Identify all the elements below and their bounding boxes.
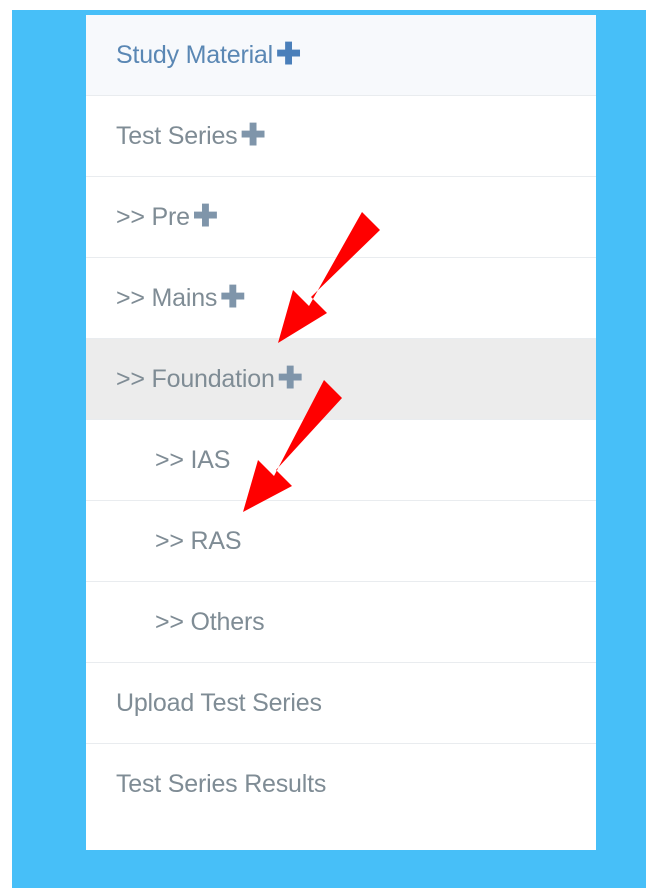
menu-item-pre[interactable]: >> Pre ✚	[86, 177, 596, 258]
plus-icon[interactable]: ✚	[193, 202, 218, 232]
menu-item-label: >> RAS	[155, 526, 242, 555]
menu-item-mains[interactable]: >> Mains ✚	[86, 258, 596, 339]
plus-icon[interactable]: ✚	[276, 40, 301, 70]
menu-item-foundation[interactable]: >> Foundation ✚	[86, 339, 596, 420]
menu-item-label: >> Others	[155, 607, 265, 636]
menu-item-label: >> Foundation	[116, 364, 275, 393]
menu-item-test-series-results[interactable]: Test Series Results	[86, 744, 596, 825]
menu-item-others[interactable]: >> Others	[86, 582, 596, 663]
plus-icon[interactable]: ✚	[220, 283, 245, 313]
menu-item-label: Study Material	[116, 40, 273, 69]
plus-icon[interactable]: ✚	[278, 364, 303, 394]
menu-item-label: >> IAS	[155, 445, 231, 474]
menu-item-label: Test Series Results	[116, 770, 327, 798]
menu-item-upload-test-series[interactable]: Upload Test Series	[86, 663, 596, 744]
menu-item-test-series[interactable]: Test Series ✚	[86, 96, 596, 177]
menu-item-study-material[interactable]: Study Material ✚	[86, 15, 596, 96]
menu-item-label: Upload Test Series	[116, 688, 322, 717]
menu-item-ras[interactable]: >> RAS	[86, 501, 596, 582]
menu-item-label: >> Pre	[116, 202, 190, 231]
plus-icon[interactable]: ✚	[240, 121, 265, 151]
menu-item-label: >> Mains	[116, 283, 218, 312]
menu-item-ias[interactable]: >> IAS	[86, 420, 596, 501]
sidebar-menu: Study Material ✚ Test Series ✚ >> Pre ✚ …	[86, 15, 596, 850]
menu-item-label: Test Series	[116, 121, 238, 150]
